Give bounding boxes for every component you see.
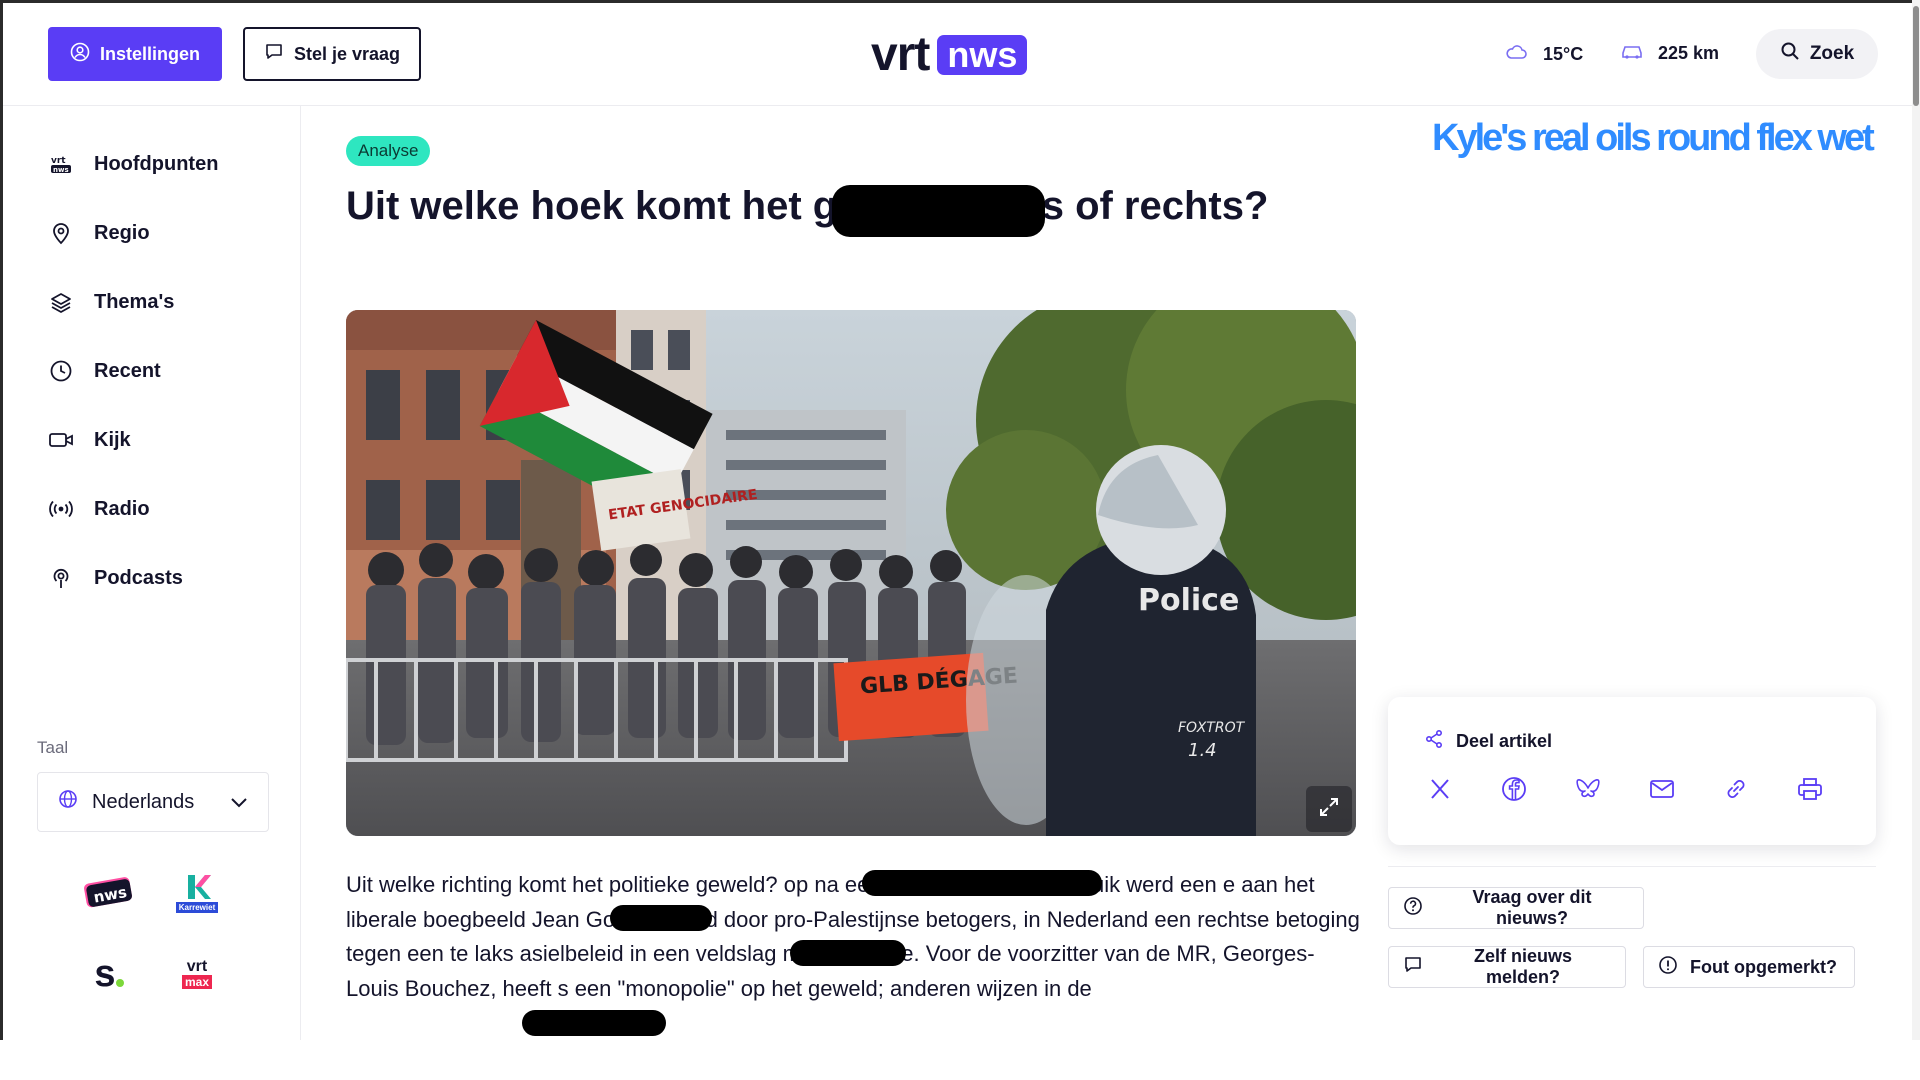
radio-icon bbox=[48, 496, 74, 522]
share-title: Deel artikel bbox=[1424, 729, 1552, 754]
search-label: Zoek bbox=[1809, 43, 1855, 64]
vrt-nws-icon: vrt nws bbox=[48, 151, 74, 177]
share-icons bbox=[1424, 773, 1826, 805]
chat-icon bbox=[264, 42, 284, 67]
redaction-mark bbox=[790, 940, 906, 966]
redaction-mark bbox=[862, 870, 1102, 896]
vrt-nws-logo[interactable]: vrt nws bbox=[871, 28, 1028, 81]
sidebar-item-podcasts[interactable]: Podcasts bbox=[48, 558, 183, 598]
sidebar-item-label: Thema's bbox=[94, 290, 175, 313]
expand-icon bbox=[1318, 796, 1340, 823]
sidebar-item-kijk[interactable]: Kijk bbox=[48, 420, 131, 460]
karrewiet-brand-text: Karrewiet bbox=[175, 901, 219, 913]
language-label: Taal bbox=[37, 738, 69, 757]
scrollbar-thumb[interactable] bbox=[1913, 6, 1919, 106]
chevron-down-icon bbox=[230, 791, 248, 814]
share-icon bbox=[1424, 729, 1444, 754]
svg-text:vrt: vrt bbox=[51, 156, 66, 166]
question-label: Vraag over dit nieuws? bbox=[1472, 887, 1592, 928]
sidebar: vrt nws Hoofdpunten Regio Thema's Recent … bbox=[3, 106, 301, 1040]
redaction-mark bbox=[610, 905, 712, 931]
sidebar-item-label: Podcasts bbox=[94, 566, 183, 589]
sidebar-item-label: Kijk bbox=[94, 428, 131, 451]
video-icon bbox=[48, 427, 74, 453]
redaction-mark bbox=[522, 1010, 666, 1036]
karrewiet-brand-logo[interactable]: Karrewiet bbox=[170, 868, 224, 916]
share-card: Deel artikel bbox=[1388, 697, 1876, 845]
traffic-widget[interactable]: 225 km bbox=[1620, 41, 1719, 66]
foxtrot-text: FOXTROT bbox=[1178, 720, 1246, 736]
ask-question-button[interactable]: Stel je vraag bbox=[243, 27, 421, 81]
ask-question-label: Stel je vraag bbox=[293, 43, 401, 64]
sidebar-item-label: Recent bbox=[94, 359, 161, 382]
x-icon[interactable] bbox=[1424, 773, 1456, 805]
bluesky-icon[interactable] bbox=[1572, 773, 1604, 805]
sporza-dot bbox=[115, 979, 124, 987]
weather-widget[interactable]: 15°C bbox=[1505, 41, 1583, 68]
chat-icon bbox=[1403, 955, 1423, 980]
podcast-icon bbox=[48, 565, 74, 591]
logo-nws-text: nws bbox=[937, 35, 1028, 75]
language-select[interactable]: Nederlands bbox=[37, 772, 269, 832]
article-tag[interactable]: Analyse bbox=[346, 136, 431, 166]
report-label: Zelf nieuws melden? bbox=[1473, 946, 1572, 987]
nws-brand-logo[interactable]: nws bbox=[81, 872, 137, 912]
site-header: Instellingen Stel je vraag vrt nws 15°C … bbox=[3, 3, 1912, 106]
article-hero-image[interactable]: ETAT GENOCIDAIRE GLB DÉGAGE Police FOXTR bbox=[346, 310, 1356, 836]
report-news-button[interactable]: Zelf nieuws melden? bbox=[1388, 946, 1626, 988]
layers-icon bbox=[48, 289, 74, 315]
police-text: Police bbox=[1138, 583, 1239, 618]
sidebar-item-label: Regio bbox=[94, 221, 150, 244]
sidebar-item-radio[interactable]: Radio bbox=[48, 489, 150, 529]
cloud-sun-icon bbox=[1505, 41, 1529, 68]
alert-circle-icon bbox=[1658, 955, 1678, 980]
traffic-value: 225 km bbox=[1658, 43, 1720, 63]
sidebar-item-themas[interactable]: Thema's bbox=[48, 282, 174, 322]
facebook-icon[interactable] bbox=[1498, 773, 1530, 805]
article-body: Uit welke richting komt het politieke ge… bbox=[346, 872, 1360, 1001]
mail-icon[interactable] bbox=[1646, 773, 1678, 805]
protest-photo: ETAT GENOCIDAIRE GLB DÉGAGE Police FOXTR bbox=[346, 310, 1356, 836]
temperature: 15°C bbox=[1543, 44, 1584, 64]
sidebar-item-recent[interactable]: Recent bbox=[48, 351, 161, 391]
print-icon[interactable] bbox=[1794, 773, 1826, 805]
question-about-news-button[interactable]: Vraag over dit nieuws? bbox=[1388, 887, 1644, 929]
settings-label: Instellingen bbox=[99, 43, 200, 64]
logo-vrt-text: vrt bbox=[871, 28, 930, 81]
redaction-mark bbox=[832, 185, 1045, 237]
search-icon bbox=[1780, 41, 1800, 67]
sporza-brand-logo[interactable]: s bbox=[89, 952, 129, 996]
link-icon[interactable] bbox=[1720, 773, 1752, 805]
sidebar-item-label: Hoofdpunten bbox=[94, 152, 219, 175]
report-error-button[interactable]: Fout opgemerkt? bbox=[1643, 946, 1855, 988]
clock-icon bbox=[48, 358, 74, 384]
unit-number-text: 1.4 bbox=[1188, 740, 1217, 761]
settings-button[interactable]: Instellingen bbox=[48, 27, 222, 81]
help-circle-icon bbox=[1403, 896, 1423, 921]
expand-image-button[interactable] bbox=[1306, 786, 1352, 832]
divider bbox=[1388, 866, 1876, 867]
share-title-label: Deel artikel bbox=[1456, 731, 1553, 751]
scrollbar[interactable] bbox=[1912, 0, 1920, 1040]
vrtmax-brand-bottom: max bbox=[181, 975, 213, 989]
globe-icon bbox=[58, 789, 78, 815]
sporza-brand-text: s bbox=[94, 952, 116, 995]
search-button[interactable]: Zoek bbox=[1756, 29, 1878, 79]
language-value: Nederlands bbox=[92, 790, 195, 813]
promo-text[interactable]: Kyle's real oils round flex wet bbox=[1432, 117, 1875, 160]
car-icon bbox=[1620, 41, 1644, 66]
sidebar-item-label: Radio bbox=[94, 497, 150, 520]
user-icon bbox=[70, 42, 90, 67]
error-label: Fout opgemerkt? bbox=[1690, 956, 1837, 977]
sidebar-item-hoofdpunten[interactable]: vrt nws Hoofdpunten bbox=[48, 144, 218, 184]
svg-text:nws: nws bbox=[53, 166, 69, 174]
sidebar-item-regio[interactable]: Regio bbox=[48, 213, 150, 253]
map-pin-icon bbox=[48, 220, 74, 246]
vrtmax-brand-logo[interactable]: vrt max bbox=[173, 952, 221, 996]
vrtmax-brand-top: vrt bbox=[186, 958, 208, 975]
